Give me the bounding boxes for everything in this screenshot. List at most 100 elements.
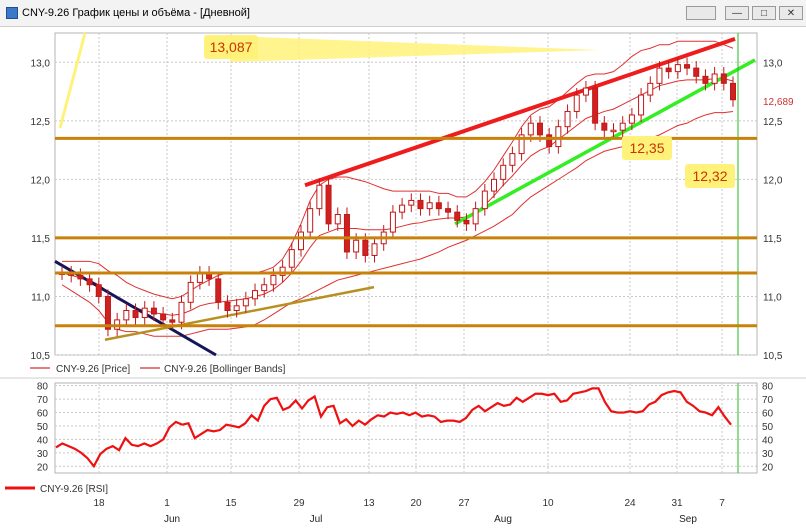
- rsi-panel: 20 30 40 50 60 70 80 20 30 40 50 60 70 80: [37, 382, 774, 474]
- rsi-y-tick-label-right: 40: [762, 435, 774, 446]
- candle-body: [297, 231, 304, 251]
- month-label: Aug: [494, 514, 512, 525]
- maximize-button[interactable]: □: [752, 6, 776, 20]
- rsi-y-axis-right: 20 30 40 50 60 70 80: [762, 382, 774, 474]
- candle-body: [684, 64, 691, 69]
- rsi-y-tick-label: 40: [37, 435, 49, 446]
- candle-body: [720, 73, 727, 84]
- price-y-tick-label: 11,0: [31, 292, 50, 303]
- candle-body: [169, 319, 176, 323]
- candle-body: [316, 184, 323, 210]
- close-button[interactable]: ✕: [779, 6, 803, 20]
- price-y-tick-label-right: 11,5: [763, 234, 782, 245]
- candle-body: [573, 94, 580, 112]
- candle-body: [435, 202, 442, 210]
- candle-body: [353, 239, 360, 253]
- candle-body: [343, 213, 350, 253]
- price-legend: CNY-9.26 [Price] CNY-9.26 [Bollinger Ban…: [30, 364, 286, 375]
- candle-body: [362, 239, 369, 256]
- x-tick-label: 20: [410, 498, 422, 509]
- price-panel: 10,5 11,0 11,5 12,0 12,5 13,0 10,5 11,0 11,5 12,…: [31, 32, 794, 362]
- candle-body: [619, 122, 626, 131]
- rsi-y-tick-label: 20: [37, 462, 49, 473]
- rsi-y-tick-label: 60: [37, 409, 49, 420]
- price-legend-label: CNY-9.26 [Price]: [56, 364, 130, 375]
- candle-body: [481, 190, 488, 210]
- candle-body: [325, 184, 332, 225]
- candle-body: [711, 73, 718, 84]
- candle-body: [86, 278, 93, 286]
- candle-body: [77, 274, 84, 280]
- price-y-tick-label: 12,0: [31, 175, 51, 186]
- candle-body: [242, 298, 249, 307]
- candle-body: [656, 67, 663, 84]
- candle-body: [491, 178, 498, 192]
- candle-body: [178, 301, 185, 323]
- month-label: Jul: [310, 514, 323, 525]
- candle-body: [408, 199, 415, 206]
- price-y-tick-label: 11,5: [31, 234, 50, 245]
- x-tick-label: 10: [542, 498, 554, 509]
- candle-body: [693, 67, 700, 77]
- candle-body: [702, 75, 709, 84]
- rsi-plot-frame: [54, 382, 758, 474]
- candle-body: [582, 87, 589, 96]
- x-tick-label: 18: [93, 498, 105, 509]
- candle-body: [426, 202, 433, 210]
- candle-body: [555, 126, 562, 148]
- chart-area: 10,5 11,0 11,5 12,0 12,5 13,0 10,5 11,0 11,5 12,…: [0, 32, 806, 525]
- candle-body: [270, 274, 277, 286]
- candle-body: [389, 211, 396, 233]
- candle-body: [647, 82, 654, 96]
- x-tick-label: 1: [164, 498, 170, 509]
- price-y-tick-label: 13,0: [31, 58, 51, 69]
- price-plot-frame: [54, 32, 758, 356]
- bollinger-legend-label: CNY-9.26 [Bollinger Bands]: [164, 364, 286, 375]
- candle-body: [150, 307, 157, 315]
- candle-body: [454, 211, 461, 221]
- rsi-legend-label: CNY-9.26 [RSI]: [40, 484, 108, 495]
- candle-body: [509, 153, 516, 166]
- minimize-button[interactable]: —: [725, 6, 749, 20]
- price-y-tick-label-right: 13,0: [763, 58, 783, 69]
- x-axis: 18 1 15 29 13 20 27 10 24 31 7 Jun Jul Aug Sep: [93, 498, 725, 525]
- candle-body: [472, 208, 479, 225]
- window-title: CNY-9.26 График цены и объёма - [Дневной…: [22, 7, 250, 19]
- x-tick-label: 13: [363, 498, 375, 509]
- candle-body: [371, 243, 378, 256]
- extra-window-button[interactable]: [686, 6, 716, 20]
- candle-body: [123, 310, 130, 321]
- candle-body: [730, 82, 736, 101]
- candle-body: [665, 67, 672, 73]
- candle-body: [610, 129, 617, 133]
- rsi-y-tick-label-right: 70: [762, 395, 774, 406]
- price-y-tick-label-right: 12,5: [763, 117, 783, 128]
- candle-body: [399, 204, 406, 213]
- price-y-tick-label-right: 10,5: [763, 351, 783, 362]
- price-label-1232: 12,32: [692, 168, 727, 184]
- candle-body: [674, 64, 681, 73]
- rsi-y-tick-label-right: 50: [762, 422, 774, 433]
- price-y-tick-label-right: 11,0: [763, 292, 782, 303]
- candle-body: [95, 284, 102, 297]
- candle-body: [601, 122, 608, 131]
- candle-body: [536, 122, 543, 136]
- candle-body: [463, 219, 470, 225]
- candle-body: [132, 310, 139, 319]
- candle-body: [564, 110, 571, 128]
- price-y-tick-label-right: 12,0: [763, 175, 783, 186]
- candle-body: [334, 213, 341, 225]
- x-tick-label: 29: [293, 498, 305, 509]
- price-label-13087: 13,087: [210, 39, 253, 55]
- rsi-y-tick-label: 80: [37, 382, 49, 393]
- title-bar: CNY-9.26 График цены и объёма - [Дневной…: [0, 0, 806, 27]
- candle-body: [233, 305, 240, 312]
- rsi-y-axis-left: 20 30 40 50 60 70 80: [37, 382, 49, 474]
- candle-body: [527, 122, 534, 136]
- candle-body: [288, 249, 295, 268]
- month-label: Jun: [164, 514, 180, 525]
- x-tick-label: 27: [458, 498, 470, 509]
- candle-body: [141, 307, 148, 319]
- rsi-y-tick-label: 30: [37, 449, 49, 460]
- last-price-label: 12,689: [763, 97, 794, 108]
